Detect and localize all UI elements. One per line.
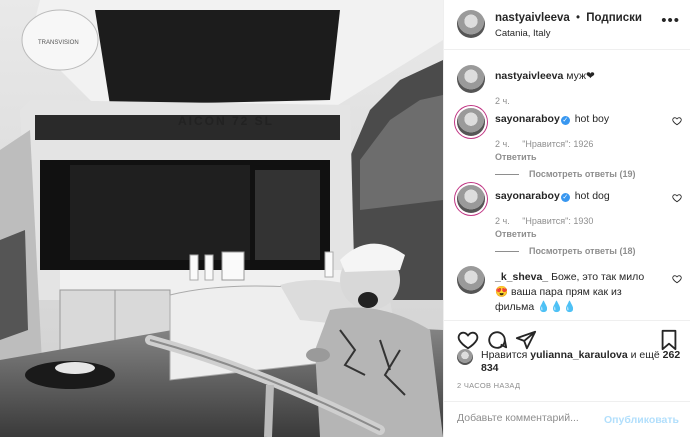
reply-button[interactable]: Ответить <box>495 229 537 239</box>
view-replies-label: Посмотреть ответы (18) <box>529 246 636 256</box>
author-avatar[interactable] <box>457 10 485 38</box>
comment-avatar[interactable] <box>457 266 485 294</box>
replies-dash <box>495 251 519 253</box>
post-header: nastyaivleeva • Подписки Catania, Italy … <box>444 0 690 50</box>
comment-text: hot dog <box>574 190 610 202</box>
comment-time[interactable]: 2 ч. <box>495 216 510 226</box>
post-photo[interactable]: TRANSVISION AICON 72 SL <box>0 0 443 437</box>
bookmark-icon[interactable] <box>658 329 680 351</box>
author-line: nastyaivleeva • Подписки <box>495 12 642 24</box>
comments-list: nastyaivleeva муж❤ 2 ч. sayonaraboy ✓ hot… <box>444 50 690 320</box>
replies-dash <box>495 174 519 176</box>
separator-dot: • <box>576 12 581 24</box>
view-replies-button[interactable]: Посмотреть ответы (18) <box>495 246 635 256</box>
share-icon[interactable] <box>515 329 537 351</box>
comment-avatar[interactable] <box>457 108 485 136</box>
verified-badge-icon: ✓ <box>560 193 570 202</box>
caption-username[interactable]: nastyaivleeva <box>495 70 563 82</box>
caption-text: муж❤ <box>566 70 595 82</box>
view-replies-button[interactable]: Посмотреть ответы (19) <box>495 169 635 179</box>
comment-avatar[interactable] <box>457 185 485 213</box>
comment-username[interactable]: sayonaraboy <box>495 190 560 202</box>
post-side-panel: nastyaivleeva • Подписки Catania, Italy … <box>443 0 690 437</box>
yacht-photo-image: TRANSVISION AICON 72 SL <box>0 0 443 437</box>
comment-icon[interactable] <box>486 329 508 351</box>
comment-username[interactable]: _k_sheva_ <box>495 271 548 283</box>
liker-avatar[interactable] <box>457 349 473 365</box>
comment-like-heart-icon[interactable] <box>672 274 682 284</box>
likes-mid: и ещё <box>627 349 663 361</box>
caption-avatar[interactable] <box>457 65 485 93</box>
author-username[interactable]: nastyaivleeva <box>495 12 570 24</box>
comment-username[interactable]: sayonaraboy <box>495 113 560 125</box>
verified-badge-icon: ✓ <box>560 116 570 125</box>
comment-like-heart-icon[interactable] <box>672 193 682 203</box>
comment-time[interactable]: 2 ч. <box>495 139 510 149</box>
more-horizontal-icon[interactable]: ••• <box>661 12 680 29</box>
yacht-name-text: AICON 72 SL <box>178 114 274 128</box>
publish-button[interactable]: Опубликовать <box>604 414 679 426</box>
caption-time[interactable]: 2 ч. <box>495 96 510 106</box>
view-replies-label: Посмотреть ответы (19) <box>529 169 636 179</box>
comment-input[interactable] <box>457 412 597 424</box>
comment-text: hot boy <box>574 113 610 125</box>
comment-likes[interactable]: "Нравится": 1930 <box>522 216 593 226</box>
heart-icon[interactable] <box>457 329 479 351</box>
add-comment-bar: Опубликовать <box>444 401 690 437</box>
comment-likes[interactable]: "Нравится": 1926 <box>522 139 593 149</box>
reply-button[interactable]: Ответить <box>495 152 537 162</box>
liker-username[interactable]: yulianna_karaulova <box>530 349 627 361</box>
dome-label: TRANSVISION <box>38 40 79 46</box>
post-time-ago[interactable]: 2 ЧАСОВ НАЗАД <box>457 381 520 390</box>
post-location[interactable]: Catania, Italy <box>495 28 550 39</box>
comment-like-heart-icon[interactable] <box>672 116 682 126</box>
following-button[interactable]: Подписки <box>586 12 642 24</box>
likes-prefix: Нравится <box>481 349 531 361</box>
